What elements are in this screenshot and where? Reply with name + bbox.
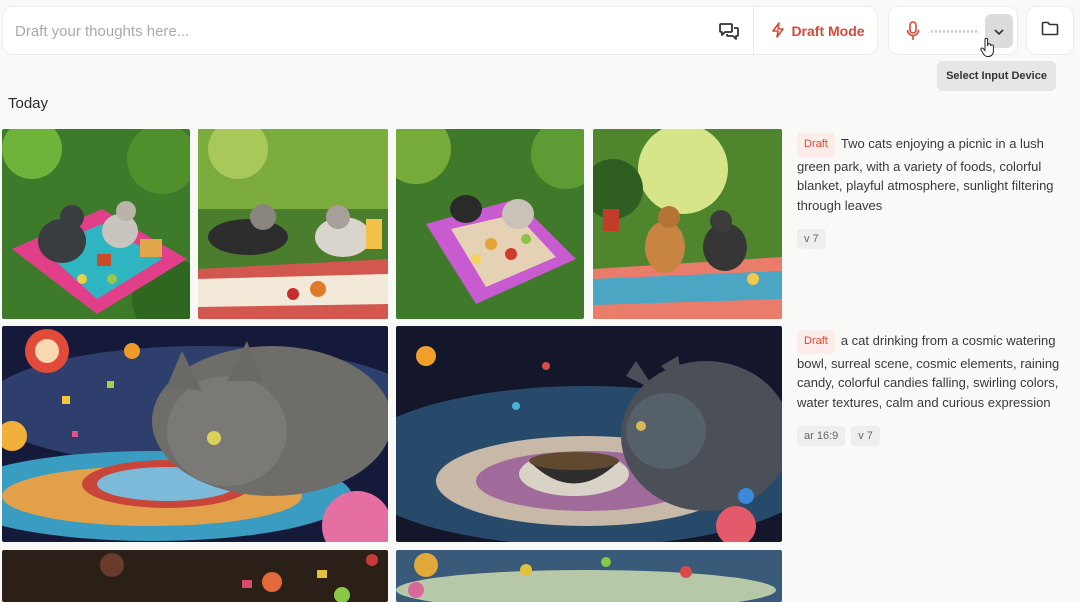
param-row: v 7 — [797, 229, 1075, 249]
job-info: Draft a cat drinking from a cosmic wateri… — [797, 330, 1075, 446]
generated-image[interactable] — [2, 550, 388, 602]
draft-mode-button[interactable]: Draft Mode — [763, 15, 873, 47]
generated-image[interactable] — [2, 129, 190, 319]
lightning-icon — [771, 21, 785, 41]
generated-image[interactable] — [2, 326, 388, 542]
draft-mode-label: Draft Mode — [791, 23, 865, 39]
generated-image[interactable] — [396, 129, 584, 319]
prompt-body[interactable]: Two cats enjoying a picnic in a lush gre… — [797, 136, 1054, 213]
generated-image[interactable] — [198, 129, 388, 319]
divider — [753, 7, 754, 56]
input-device-box — [888, 6, 1018, 55]
prompt-text: Draft a cat drinking from a cosmic wateri… — [797, 330, 1075, 412]
param-chip[interactable]: ar 16:9 — [797, 426, 846, 446]
composer-bar: Draft Mode — [2, 6, 1076, 56]
folder-icon — [1041, 21, 1059, 41]
section-title: Today — [8, 95, 49, 112]
generated-image[interactable] — [396, 550, 782, 602]
prompt-input[interactable] — [15, 19, 705, 43]
hand-pointer-icon — [980, 37, 996, 58]
prompt-text: Draft Two cats enjoying a picnic in a lus… — [797, 133, 1075, 215]
prompt-body[interactable]: a cat drinking from a cosmic watering bo… — [797, 333, 1059, 410]
param-chip[interactable]: v 7 — [851, 426, 880, 446]
tooltip: Select Input Device — [937, 61, 1056, 91]
param-chip[interactable]: v 7 — [797, 229, 826, 249]
generated-image[interactable] — [593, 129, 782, 319]
param-row: ar 16:9 v 7 — [797, 426, 1075, 446]
job-info: Draft Two cats enjoying a picnic in a lus… — [797, 133, 1075, 249]
prompt-box: Draft Mode — [2, 6, 878, 56]
generated-image[interactable] — [396, 326, 782, 542]
chat-bubbles-icon[interactable] — [713, 17, 745, 45]
draft-badge: Draft — [797, 133, 835, 157]
microphone-icon[interactable] — [903, 20, 923, 42]
audio-level-meter — [931, 29, 979, 33]
folder-button[interactable] — [1026, 6, 1074, 55]
draft-badge: Draft — [797, 330, 835, 354]
